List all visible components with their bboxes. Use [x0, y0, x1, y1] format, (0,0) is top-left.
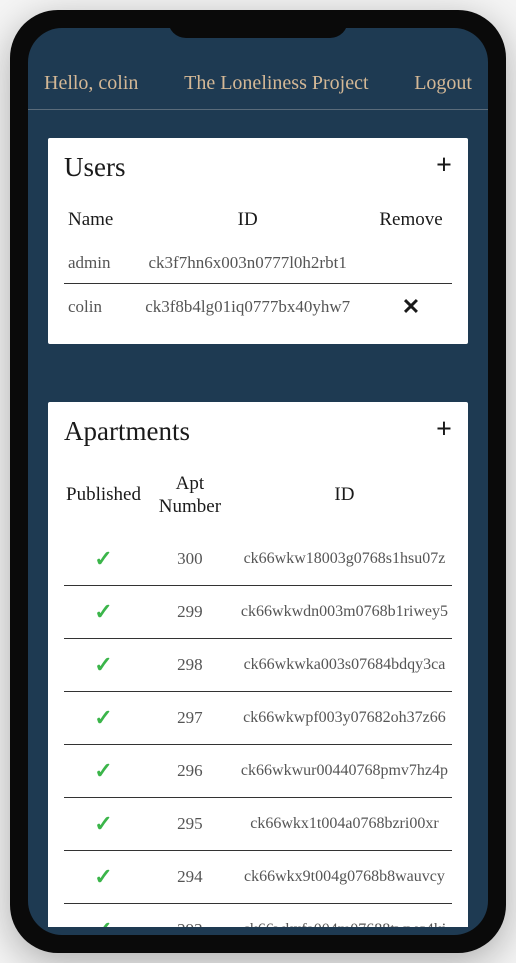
apartment-published-cell: ✓ [64, 533, 143, 586]
check-icon: ✓ [94, 599, 112, 624]
user-remove-cell: ✕ [370, 284, 452, 331]
user-remove-cell [370, 243, 452, 284]
apartment-published-cell: ✓ [64, 638, 143, 691]
table-row: ✓ 298ck66wkwka003s07684bdqy3ca [64, 638, 452, 691]
apartment-number: 295 [143, 797, 237, 850]
content: Users + Name ID Remove adminck3f7hn6x003… [28, 110, 488, 927]
apartments-col-id: ID [237, 465, 452, 533]
table-row: adminck3f7hn6x003n0777l0h2rbt1 [64, 243, 452, 284]
table-row: colinck3f8b4lg01iq0777bx40yhw7 ✕ [64, 284, 452, 331]
apartment-published-cell: ✓ [64, 797, 143, 850]
app-title[interactable]: The Loneliness Project [184, 72, 368, 95]
add-user-icon[interactable]: + [436, 152, 452, 180]
apartment-id: ck66wkwka003s07684bdqy3ca [237, 638, 452, 691]
user-id: ck3f7hn6x003n0777l0h2rbt1 [125, 243, 370, 284]
apartment-id: ck66wkwdn003m0768b1riwey5 [237, 585, 452, 638]
apartment-published-cell: ✓ [64, 744, 143, 797]
apartment-published-cell: ✓ [64, 903, 143, 927]
check-icon: ✓ [94, 758, 112, 783]
apartment-published-cell: ✓ [64, 585, 143, 638]
user-name: colin [64, 284, 125, 331]
apartment-number: 293 [143, 903, 237, 927]
apartment-id: ck66wkwur00440768pmv7hz4p [237, 744, 452, 797]
users-table: Name ID Remove adminck3f7hn6x003n0777l0h… [64, 201, 452, 330]
remove-icon[interactable]: ✕ [402, 294, 420, 319]
table-row: ✓ 300ck66wkw18003g0768s1hsu07z [64, 533, 452, 586]
add-apartment-icon[interactable]: + [436, 416, 452, 444]
table-row: ✓ 293ck66wkxfa004m07688twwq4ki [64, 903, 452, 927]
apartment-number: 298 [143, 638, 237, 691]
apartment-id: ck66wkw18003g0768s1hsu07z [237, 533, 452, 586]
users-col-name: Name [64, 201, 125, 243]
users-col-id: ID [125, 201, 370, 243]
check-icon: ✓ [94, 917, 112, 927]
logout-link[interactable]: Logout [414, 72, 472, 95]
greeting-text: Hello, colin [44, 72, 138, 95]
apartment-published-cell: ✓ [64, 850, 143, 903]
apartments-table: Published Apt Number ID ✓ 300ck66wkw18003… [64, 465, 452, 927]
check-icon: ✓ [94, 705, 112, 730]
apartment-number: 296 [143, 744, 237, 797]
screen: Hello, colin The Loneliness Project Logo… [28, 28, 488, 935]
check-icon: ✓ [94, 811, 112, 836]
apartment-number: 299 [143, 585, 237, 638]
phone-notch [168, 10, 348, 38]
table-row: ✓ 299ck66wkwdn003m0768b1riwey5 [64, 585, 452, 638]
check-icon: ✓ [94, 652, 112, 677]
table-row: ✓ 296ck66wkwur00440768pmv7hz4p [64, 744, 452, 797]
check-icon: ✓ [94, 864, 112, 889]
user-id: ck3f8b4lg01iq0777bx40yhw7 [125, 284, 370, 331]
apartments-title: Apartments [64, 416, 452, 447]
apartment-number: 300 [143, 533, 237, 586]
users-title: Users [64, 152, 452, 183]
phone-frame: Hello, colin The Loneliness Project Logo… [10, 10, 506, 953]
apartments-col-published: Published [64, 465, 143, 533]
check-icon: ✓ [94, 546, 112, 571]
apartments-col-number: Apt Number [143, 465, 237, 533]
header: Hello, colin The Loneliness Project Logo… [28, 28, 488, 110]
users-card: Users + Name ID Remove adminck3f7hn6x003… [48, 138, 468, 344]
apartments-card: Apartments + Published Apt Number ID ✓ 30… [48, 402, 468, 927]
apartment-id: ck66wkx1t004a0768bzri00xr [237, 797, 452, 850]
table-row: ✓ 297ck66wkwpf003y07682oh37z66 [64, 691, 452, 744]
apartment-id: ck66wkx9t004g0768b8wauvcy [237, 850, 452, 903]
apartment-number: 294 [143, 850, 237, 903]
user-name: admin [64, 243, 125, 284]
apartment-number: 297 [143, 691, 237, 744]
table-row: ✓ 295ck66wkx1t004a0768bzri00xr [64, 797, 452, 850]
apartment-id: ck66wkwpf003y07682oh37z66 [237, 691, 452, 744]
users-col-remove: Remove [370, 201, 452, 243]
apartment-id: ck66wkxfa004m07688twwq4ki [237, 903, 452, 927]
table-row: ✓ 294ck66wkx9t004g0768b8wauvcy [64, 850, 452, 903]
apartment-published-cell: ✓ [64, 691, 143, 744]
